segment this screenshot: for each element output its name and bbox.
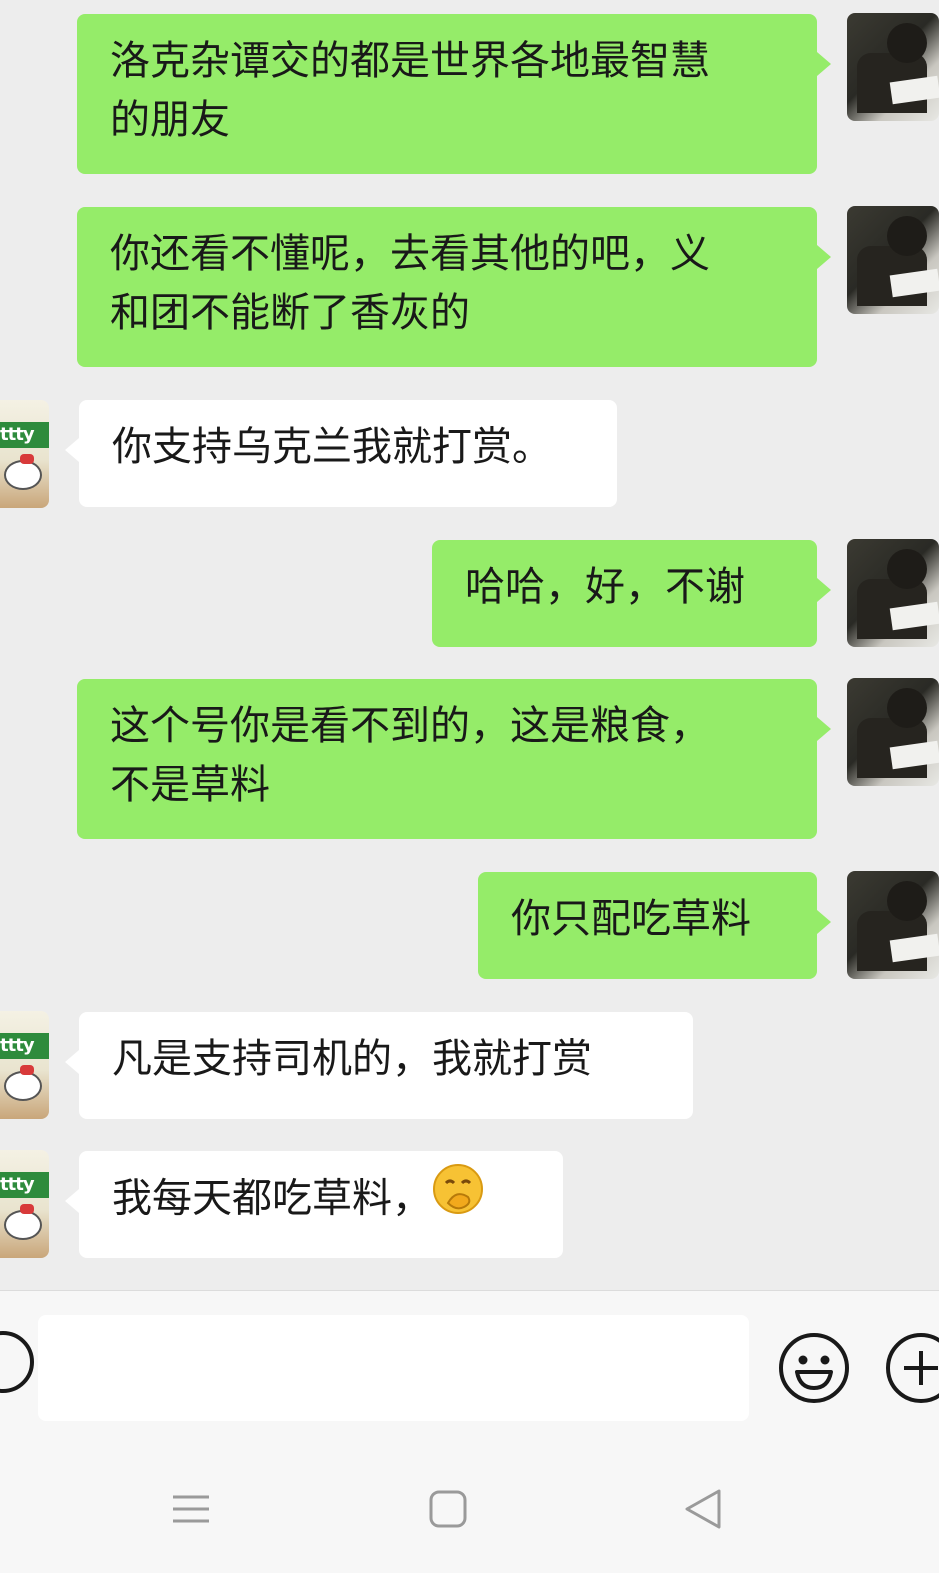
contact-avatar[interactable]: ttty [0, 1011, 49, 1119]
contact-avatar[interactable]: ttty [0, 400, 49, 508]
plus-icon[interactable] [884, 1331, 939, 1405]
message-bubble[interactable]: 哈哈，好，不谢 [432, 540, 831, 647]
message-bubble[interactable]: 我每天都吃草料， [65, 1151, 563, 1258]
message-bubble[interactable]: 你只配吃草料 [478, 872, 831, 979]
my-avatar[interactable] [847, 678, 939, 786]
message-bubble[interactable]: 凡是支持司机的，我就打赏 [65, 1012, 693, 1119]
message-bubble[interactable]: 这个号你是看不到的，这是粮食， 不是草料 [77, 679, 831, 839]
avatar-logo-text: ttty [0, 1033, 49, 1059]
contact-avatar[interactable]: ttty [0, 1150, 49, 1258]
avatar-logo-text: ttty [0, 422, 49, 448]
back-icon[interactable] [683, 1487, 723, 1531]
message-bubble[interactable]: 你支持乌克兰我就打赏。 [65, 400, 617, 507]
input-bar [0, 1290, 939, 1436]
message-bubble[interactable]: 你还看不懂呢，去看其他的吧，义 和团不能断了香灰的 [77, 207, 831, 367]
message-text: 我每天都吃草料， [112, 1175, 432, 1222]
chat-area: 洛克杂谭交的都是世界各地最智慧 的朋友 你还看不懂呢，去看其他的吧，义 和团不能… [0, 0, 939, 1290]
smiley-icon[interactable] [777, 1331, 851, 1405]
my-avatar[interactable] [847, 871, 939, 979]
avatar-logo-text: ttty [0, 1172, 49, 1198]
my-avatar[interactable] [847, 539, 939, 647]
my-avatar[interactable] [847, 206, 939, 314]
hand-over-mouth-emoji [432, 1163, 484, 1232]
home-icon[interactable] [428, 1489, 468, 1529]
my-avatar[interactable] [847, 13, 939, 121]
menu-icon[interactable] [171, 1492, 211, 1532]
system-nav-bar [0, 1435, 939, 1573]
voice-icon[interactable] [0, 1331, 34, 1393]
message-bubble[interactable]: 洛克杂谭交的都是世界各地最智慧 的朋友 [77, 14, 831, 174]
message-input[interactable] [38, 1315, 749, 1421]
